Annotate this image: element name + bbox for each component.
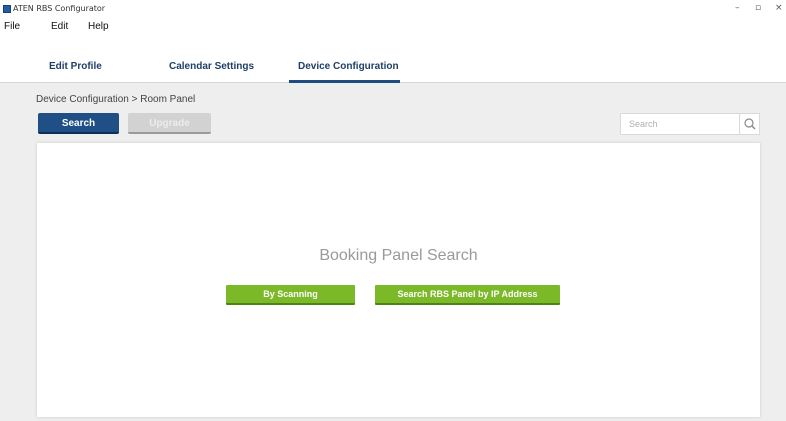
panel-title: Booking Panel Search	[319, 247, 478, 264]
active-tab-indicator	[289, 80, 400, 83]
title-bar: ATEN RBS Configurator – ▫ ×	[0, 0, 786, 20]
window-title: ATEN RBS Configurator	[13, 4, 106, 13]
tab-edit-profile[interactable]: Edit Profile	[49, 61, 102, 72]
tab-device-configuration[interactable]: Device Configuration	[298, 61, 399, 72]
app-icon	[3, 5, 11, 13]
upgrade-button[interactable]: Upgrade	[128, 113, 211, 134]
search-icon[interactable]	[739, 114, 759, 134]
menu-help[interactable]: Help	[88, 21, 109, 32]
close-button[interactable]: ×	[775, 3, 783, 13]
menu-file[interactable]: File	[4, 21, 20, 32]
by-scanning-button[interactable]: By Scanning	[226, 285, 355, 305]
breadcrumb: Device Configuration > Room Panel	[36, 94, 196, 105]
tab-calendar-settings[interactable]: Calendar Settings	[169, 61, 254, 72]
menu-bar: File Edit Help	[0, 20, 786, 36]
booking-panel-search-area: Booking Panel Search By Scanning Search …	[37, 143, 760, 417]
search-by-ip-button[interactable]: Search RBS Panel by IP Address	[375, 285, 560, 305]
search-box	[620, 113, 760, 135]
search-button[interactable]: Search	[38, 113, 119, 134]
maximize-button[interactable]: ▫	[755, 3, 761, 13]
minimize-button[interactable]: –	[735, 3, 740, 13]
tab-bar: Edit Profile Calendar Settings Device Co…	[0, 36, 786, 83]
search-input[interactable]	[621, 114, 739, 134]
menu-edit[interactable]: Edit	[51, 21, 68, 32]
